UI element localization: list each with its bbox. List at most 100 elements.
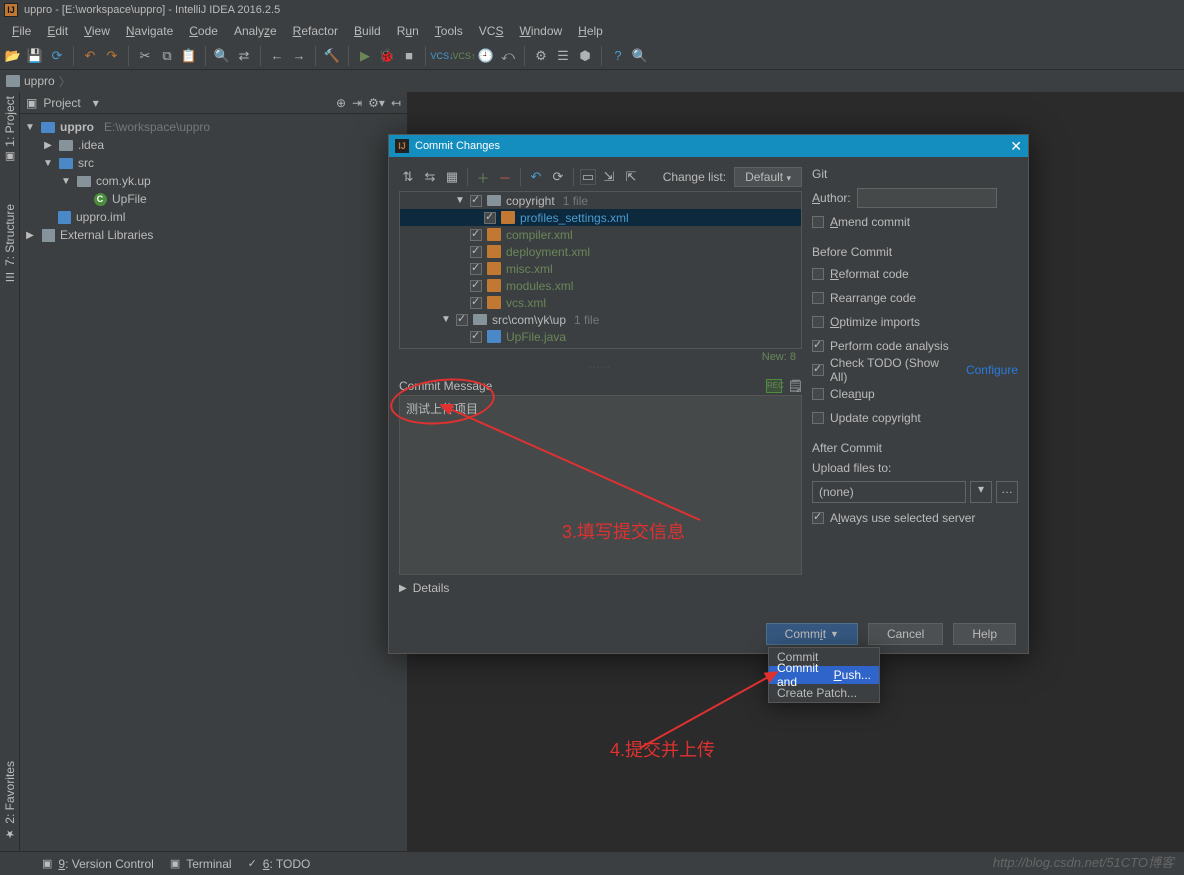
group-by-icon[interactable]: ▦	[443, 168, 461, 186]
checkbox[interactable]	[470, 246, 482, 258]
menu-edit[interactable]: Edit	[39, 22, 76, 40]
stop-icon[interactable]: ■	[400, 47, 418, 65]
tree-item[interactable]: C UpFile	[20, 190, 407, 208]
commit-message-input[interactable]: 测试上传项目	[399, 395, 802, 575]
caret-right-icon[interactable]: ▶	[24, 230, 36, 241]
tree-file[interactable]: modules.xml	[400, 277, 801, 294]
cancel-button[interactable]: Cancel	[868, 623, 943, 645]
cut-icon[interactable]: ✂	[136, 47, 154, 65]
tree-root[interactable]: ▼ uppro E:\workspace\uppro	[20, 118, 407, 136]
replace-icon[interactable]: ⇄	[235, 47, 253, 65]
breadcrumb-item[interactable]: uppro 〉	[6, 73, 71, 90]
chevron-down-icon[interactable]: ▾	[970, 481, 992, 503]
add-icon[interactable]: ＋	[474, 168, 492, 186]
caret-right-icon[interactable]: ▶	[42, 140, 54, 151]
open-icon[interactable]: 📂	[4, 47, 22, 65]
tab-structure[interactable]: ☰ 7: Structure	[3, 204, 17, 283]
tree-file[interactable]: UpFile.java	[400, 328, 801, 345]
tree-file[interactable]: compiler.xml	[400, 226, 801, 243]
caret-down-icon[interactable]: ▼	[440, 314, 452, 325]
hide-icon[interactable]: ↤	[391, 96, 401, 110]
locate-icon[interactable]: ⇥	[352, 96, 362, 110]
debug-icon[interactable]: 🐞	[378, 47, 396, 65]
close-icon[interactable]: ✕	[1010, 138, 1022, 155]
sdk-icon[interactable]: ⬢	[576, 47, 594, 65]
vcs-update-icon[interactable]: VCS↓	[433, 47, 451, 65]
show-diff-icon[interactable]: ⇅	[399, 168, 417, 186]
status-terminal[interactable]: ▣ Terminal	[170, 857, 232, 871]
redo-icon[interactable]: ↷	[103, 47, 121, 65]
checkbox[interactable]	[470, 297, 482, 309]
status-version-control[interactable]: ▣ 9: Version Control	[42, 857, 154, 871]
back-icon[interactable]: ←	[268, 47, 286, 65]
checkbox[interactable]	[812, 364, 824, 376]
search-icon[interactable]: 🔍	[631, 47, 649, 65]
refresh-icon[interactable]: ⟳	[48, 47, 66, 65]
menu-vcs[interactable]: VCS	[471, 22, 512, 40]
tree-item[interactable]: ▶ .idea	[20, 136, 407, 154]
tree-file[interactable]: deployment.xml	[400, 243, 801, 260]
browse-button[interactable]: …	[996, 481, 1018, 503]
caret-down-icon[interactable]: ▼	[42, 158, 54, 169]
tree-folder[interactable]: ▼ copyright 1 file	[400, 192, 801, 209]
tree-item[interactable]: ▼ com.yk.up	[20, 172, 407, 190]
settings-icon[interactable]: ⚙	[532, 47, 550, 65]
navigate-icon[interactable]: ⇆	[421, 168, 439, 186]
checkbox[interactable]	[470, 263, 482, 275]
forward-icon[interactable]: →	[290, 47, 308, 65]
run-icon[interactable]: ▶	[356, 47, 374, 65]
author-input[interactable]	[857, 188, 997, 208]
checkbox[interactable]	[470, 195, 482, 207]
paste-icon[interactable]: 📋	[180, 47, 198, 65]
tree-item[interactable]: uppro.iml	[20, 208, 407, 226]
menu-file[interactable]: File	[4, 22, 39, 40]
copy-icon[interactable]: ⧉	[158, 47, 176, 65]
vcs-commit-icon[interactable]: VCS↑	[455, 47, 473, 65]
commit-button[interactable]: Commit▼	[766, 623, 858, 645]
build-icon[interactable]: 🔨	[323, 47, 341, 65]
find-icon[interactable]: 🔍	[213, 47, 231, 65]
revert-icon[interactable]: ⤺	[499, 47, 517, 65]
checkbox[interactable]	[812, 292, 824, 304]
help-button[interactable]: Help	[953, 623, 1016, 645]
tab-project[interactable]: ▣ 1: Project	[3, 96, 17, 164]
menu-help[interactable]: Help	[570, 22, 611, 40]
status-todo[interactable]: ✓ 6: TODO	[248, 857, 311, 871]
amend-row[interactable]: Amend commit	[812, 213, 1018, 231]
checkbox[interactable]	[456, 314, 468, 326]
checkbox[interactable]	[812, 268, 824, 280]
checkbox[interactable]	[470, 280, 482, 292]
checkbox[interactable]	[812, 388, 824, 400]
revert-icon[interactable]: ↶	[527, 168, 545, 186]
menu-item-commit-and-push[interactable]: Commit and Push...	[769, 666, 879, 684]
details-expander[interactable]: ▶ Details	[399, 581, 802, 595]
menu-refactor[interactable]: Refactor	[285, 22, 346, 40]
structure-icon[interactable]: ☰	[554, 47, 572, 65]
tree-file[interactable]: misc.xml	[400, 260, 801, 277]
menu-code[interactable]: Code	[181, 22, 226, 40]
collapse-all-icon[interactable]: ⇱	[622, 168, 640, 186]
checkbox[interactable]	[470, 331, 482, 343]
caret-down-icon[interactable]: ▼	[24, 122, 36, 133]
expand-all-icon[interactable]: ⇲	[600, 168, 618, 186]
menu-view[interactable]: View	[76, 22, 118, 40]
checkbox[interactable]	[812, 412, 824, 424]
history-icon[interactable]: 🕘	[477, 47, 495, 65]
gear-icon[interactable]: ⚙▾	[368, 96, 385, 110]
refresh-icon[interactable]: ⟳	[549, 168, 567, 186]
checkbox[interactable]	[812, 340, 824, 352]
tree-file[interactable]: profiles_settings.xml	[400, 209, 801, 226]
tab-favorites[interactable]: ★ 2: Favorites	[3, 761, 17, 841]
save-icon[interactable]: 💾	[26, 47, 44, 65]
tree-folder[interactable]: ▼ src\com\yk\up 1 file	[400, 311, 801, 328]
menu-window[interactable]: Window	[511, 22, 570, 40]
checkbox[interactable]	[812, 216, 824, 228]
record-macro-icon[interactable]: REC	[766, 379, 782, 393]
tree-item[interactable]: ▶ External Libraries	[20, 226, 407, 244]
menu-analyze[interactable]: Analyze	[226, 22, 285, 40]
dialog-titlebar[interactable]: IJ Commit Changes ✕	[389, 135, 1028, 157]
expand-icon[interactable]: ▭	[580, 169, 596, 185]
collapse-icon[interactable]: ⊕	[336, 96, 346, 110]
change-list-dropdown[interactable]: Default ▾	[734, 167, 802, 187]
menu-tools[interactable]: Tools	[427, 22, 471, 40]
